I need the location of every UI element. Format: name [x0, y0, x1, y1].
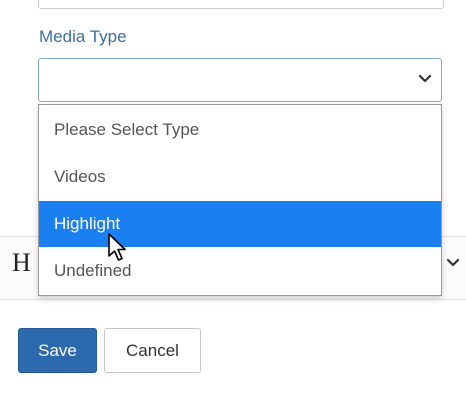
cancel-button[interactable]: Cancel [104, 328, 201, 373]
media-type-dropdown-list: Please Select Type Videos Highlight Unde… [38, 104, 442, 296]
save-button[interactable]: Save [18, 328, 97, 373]
previous-input-field[interactable] [38, 0, 444, 9]
option-highlight[interactable]: Highlight [39, 201, 441, 247]
chevron-down-icon [418, 74, 432, 83]
option-videos[interactable]: Videos [39, 154, 441, 200]
option-undefined[interactable]: Undefined [39, 248, 441, 294]
underlying-heading-glyph: H [12, 248, 31, 277]
media-type-select[interactable] [38, 58, 442, 102]
option-please-select-type[interactable]: Please Select Type [39, 107, 441, 153]
media-type-label: Media Type [39, 27, 127, 46]
chevron-down-icon[interactable] [446, 258, 460, 268]
